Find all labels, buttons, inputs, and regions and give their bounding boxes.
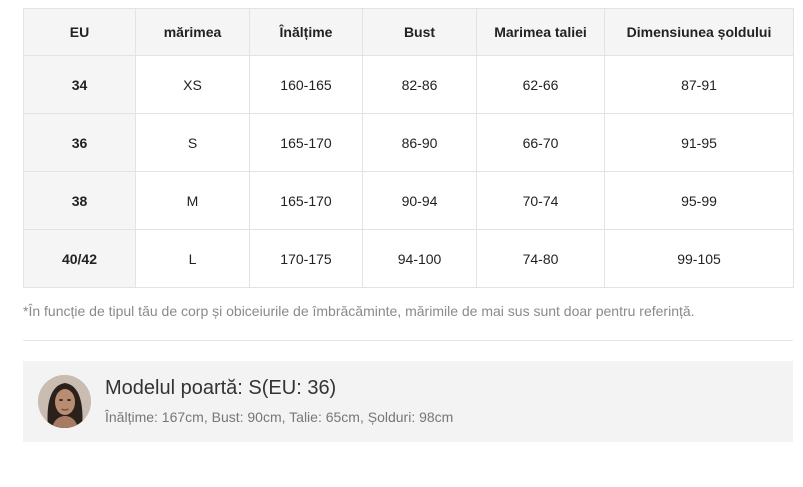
cell-eu: 38 xyxy=(23,171,136,230)
cell-size: L xyxy=(135,229,250,288)
header-bust: Bust xyxy=(362,8,477,56)
header-eu: EU xyxy=(23,8,136,56)
cell-size: M xyxy=(135,171,250,230)
cell-size: S xyxy=(135,113,250,172)
reference-note: *În funcție de tipul tău de corp și obic… xyxy=(23,303,695,319)
cell-waist: 74-80 xyxy=(476,229,605,288)
table-header-row: EU mărimea Înălțime Bust Marimea taliei … xyxy=(23,8,794,56)
model-measurements: Înălțime: 167cm, Bust: 90cm, Talie: 65cm… xyxy=(105,409,454,425)
table-row: 34 XS 160-165 82-86 62-66 87-91 xyxy=(23,55,794,114)
cell-hip: 99-105 xyxy=(604,229,794,288)
cell-height: 160-165 xyxy=(249,55,363,114)
cell-height: 165-170 xyxy=(249,171,363,230)
cell-height: 165-170 xyxy=(249,113,363,172)
cell-hip: 95-99 xyxy=(604,171,794,230)
cell-bust: 86-90 xyxy=(362,113,477,172)
cell-eu: 34 xyxy=(23,55,136,114)
cell-waist: 70-74 xyxy=(476,171,605,230)
model-info-panel: Modelul poartă: S(EU: 36) Înălțime: 167c… xyxy=(23,361,793,442)
cell-hip: 87-91 xyxy=(604,55,794,114)
header-height: Înălțime xyxy=(249,8,363,56)
divider xyxy=(23,340,793,341)
table-row: 36 S 165-170 86-90 66-70 91-95 xyxy=(23,113,794,172)
cell-hip: 91-95 xyxy=(604,113,794,172)
cell-waist: 66-70 xyxy=(476,113,605,172)
cell-eu: 36 xyxy=(23,113,136,172)
cell-bust: 94-100 xyxy=(362,229,477,288)
model-avatar xyxy=(38,375,91,428)
header-hip: Dimensiunea șoldului xyxy=(604,8,794,56)
cell-eu: 40/42 xyxy=(23,229,136,288)
cell-waist: 62-66 xyxy=(476,55,605,114)
cell-bust: 82-86 xyxy=(362,55,477,114)
header-size: mărimea xyxy=(135,8,250,56)
model-size-title: Modelul poartă: S(EU: 36) xyxy=(105,377,337,399)
cell-bust: 90-94 xyxy=(362,171,477,230)
header-waist: Marimea taliei xyxy=(476,8,605,56)
cell-height: 170-175 xyxy=(249,229,363,288)
table-row: 38 M 165-170 90-94 70-74 95-99 xyxy=(23,171,794,230)
size-chart-table: EU mărimea Înălțime Bust Marimea taliei … xyxy=(23,8,794,288)
table-row: 40/42 L 170-175 94-100 74-80 99-105 xyxy=(23,229,794,288)
cell-size: XS xyxy=(135,55,250,114)
